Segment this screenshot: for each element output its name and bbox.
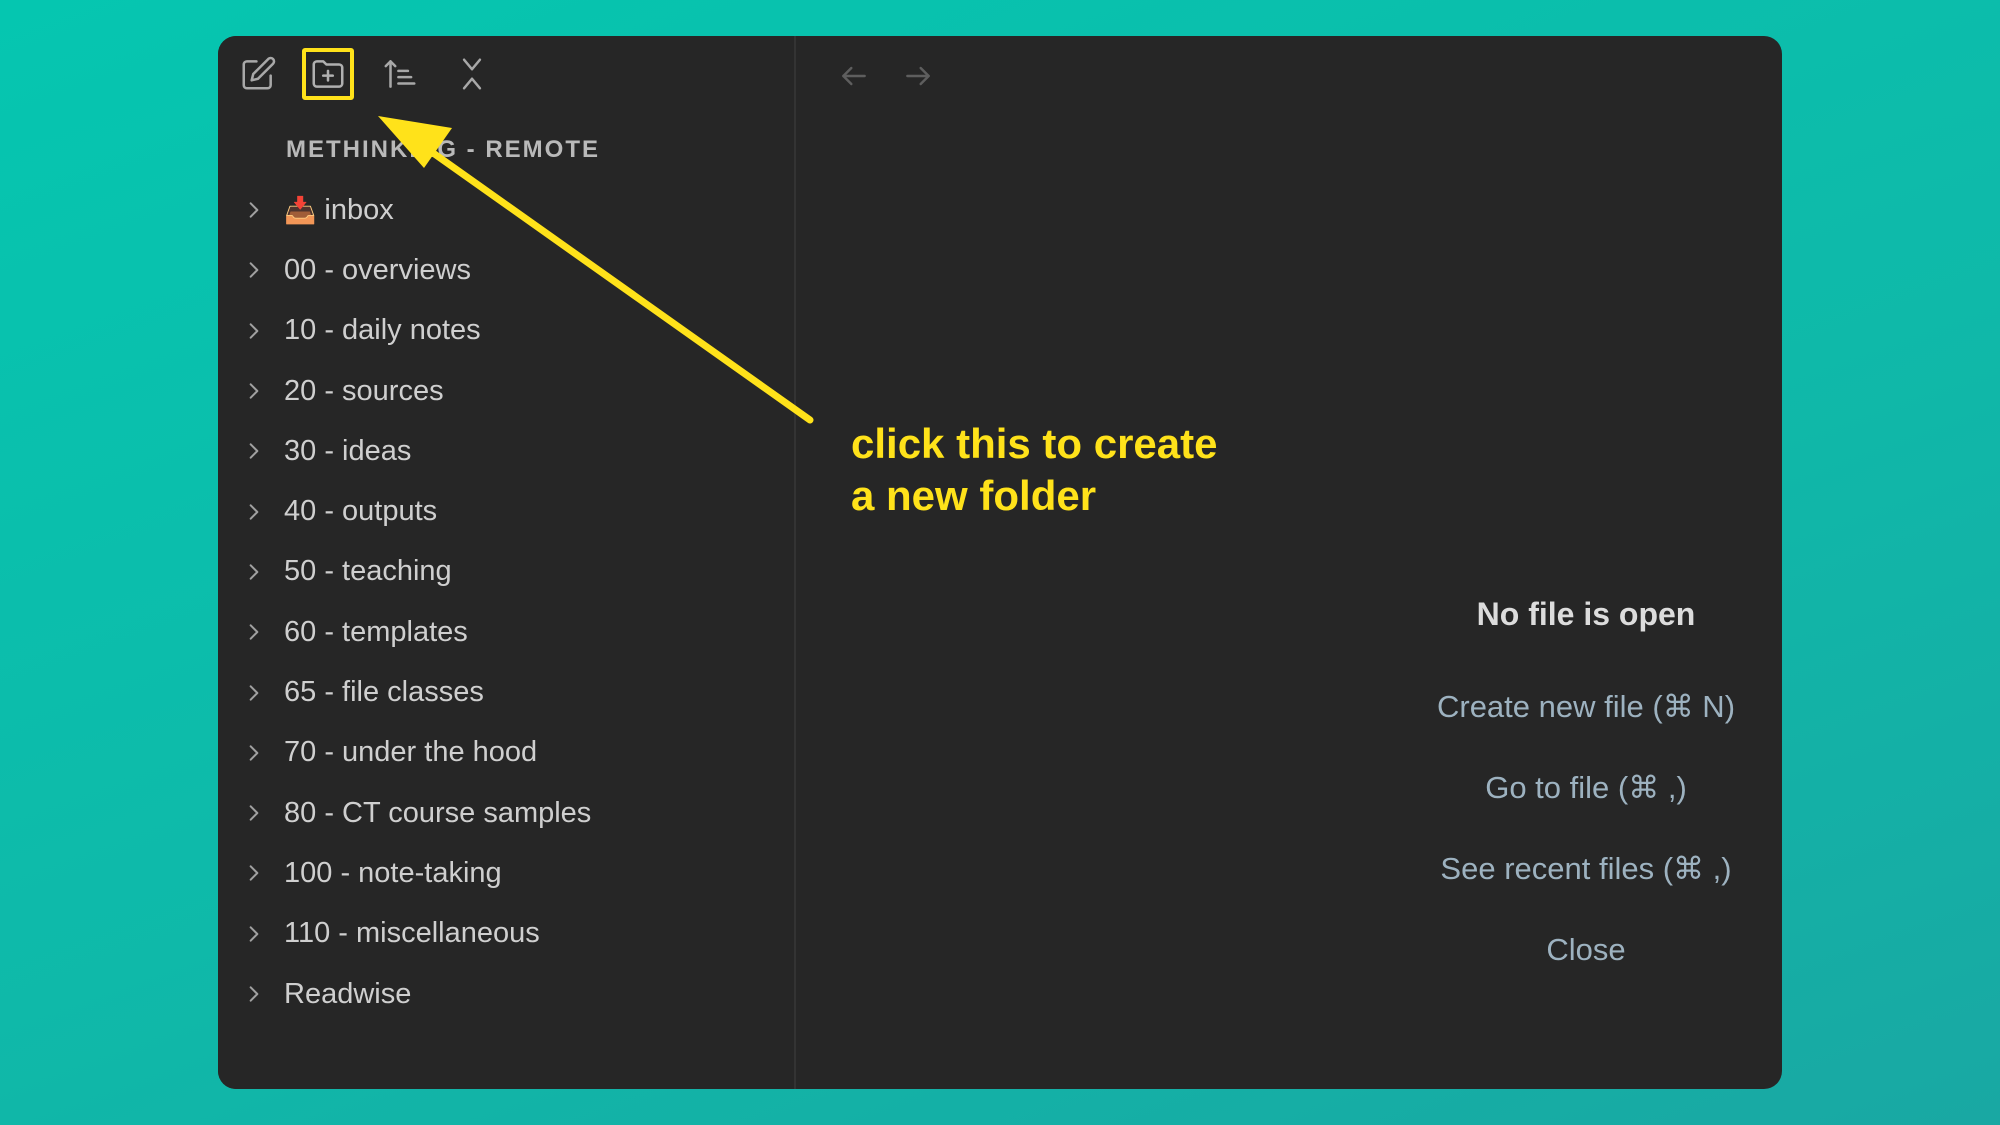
chevron-right-icon xyxy=(244,673,284,713)
new-note-button[interactable] xyxy=(232,48,284,100)
new-folder-button[interactable] xyxy=(302,48,354,100)
sort-button[interactable] xyxy=(374,48,426,100)
create-new-file-link[interactable]: Create new file (⌘ N) xyxy=(1396,685,1776,729)
forward-button[interactable] xyxy=(898,56,938,96)
chevron-right-icon xyxy=(244,793,284,833)
arrow-left-icon xyxy=(842,66,866,86)
folder-item[interactable]: 10 - daily notes xyxy=(244,301,784,361)
folder-item[interactable]: 70 - under the hood xyxy=(244,723,784,783)
chevron-right-icon xyxy=(244,311,284,351)
folder-item[interactable]: 30 - ideas xyxy=(244,421,784,481)
arrow-right-icon xyxy=(906,66,930,86)
annotation-line-2: a new folder xyxy=(851,472,1097,519)
chevron-right-icon xyxy=(244,552,284,592)
folder-tree: 📥 inbox 00 - overviews 10 - daily notes … xyxy=(244,180,784,1024)
annotation-text: click this to create a new folder xyxy=(851,418,1218,522)
chevron-right-icon xyxy=(244,853,284,893)
folder-label: 30 - ideas xyxy=(284,434,412,467)
empty-state: No file is open Create new file (⌘ N) Go… xyxy=(1396,596,1776,1009)
folder-item[interactable]: 80 - CT course samples xyxy=(244,783,784,843)
chevron-right-icon xyxy=(244,914,284,954)
sort-icon xyxy=(384,60,416,88)
folder-label: inbox xyxy=(324,193,394,226)
folder-label: 80 - CT course samples xyxy=(284,796,592,829)
annotation-line-1: click this to create xyxy=(851,420,1218,467)
chevron-right-icon xyxy=(244,250,284,290)
history-nav xyxy=(834,56,938,96)
chevron-right-icon xyxy=(244,733,284,773)
folder-label: 100 - note-taking xyxy=(284,856,502,889)
collapse-all-icon xyxy=(462,58,482,90)
empty-state-title: No file is open xyxy=(1476,596,1696,632)
folder-item[interactable]: 20 - sources xyxy=(244,361,784,421)
folder-label: 110 - miscellaneous xyxy=(284,917,540,950)
chevron-right-icon xyxy=(244,371,284,411)
edit-icon xyxy=(242,56,276,90)
folder-label: 60 - templates xyxy=(284,615,468,648)
see-recent-files-link[interactable]: See recent files (⌘ ,) xyxy=(1396,847,1776,891)
close-link[interactable]: Close xyxy=(1396,928,1776,972)
inbox-tray-icon: 📥 xyxy=(284,194,317,225)
editor-pane: No file is open Create new file (⌘ N) Go… xyxy=(796,36,1782,1089)
folder-label: 50 - teaching xyxy=(284,555,452,588)
folder-label: 20 - sources xyxy=(284,374,444,407)
chevron-right-icon xyxy=(244,974,284,1014)
folder-item[interactable]: 100 - note-taking xyxy=(244,843,784,903)
chevron-right-icon xyxy=(244,431,284,471)
folder-item[interactable]: 65 - file classes xyxy=(244,662,784,722)
go-to-file-link[interactable]: Go to file (⌘ ,) xyxy=(1396,766,1776,810)
folder-label: Readwise xyxy=(284,977,412,1010)
folder-item[interactable]: Readwise xyxy=(244,964,784,1024)
folder-label: 70 - under the hood xyxy=(284,736,538,769)
chevron-right-icon xyxy=(244,492,284,532)
folder-plus-icon xyxy=(312,60,344,88)
folder-item[interactable]: 📥 inbox xyxy=(244,180,784,240)
folder-label: 40 - outputs xyxy=(284,495,438,528)
chevron-right-icon xyxy=(244,190,284,230)
folder-label: 10 - daily notes xyxy=(284,314,481,347)
folder-item[interactable]: 00 - overviews xyxy=(244,240,784,300)
folder-label: 65 - file classes xyxy=(284,676,484,709)
vault-name: METHINKING - REMOTE xyxy=(286,136,600,163)
folder-item[interactable]: 60 - templates xyxy=(244,602,784,662)
file-explorer-sidebar: METHINKING - REMOTE 📥 inbox 00 - overvie… xyxy=(218,36,796,1089)
chevron-right-icon xyxy=(244,612,284,652)
folder-item[interactable]: 50 - teaching xyxy=(244,542,784,602)
folder-item[interactable]: 40 - outputs xyxy=(244,481,784,541)
folder-item[interactable]: 110 - miscellaneous xyxy=(244,904,784,964)
collapse-all-button[interactable] xyxy=(446,48,498,100)
folder-label: 00 - overviews xyxy=(284,253,471,286)
back-button[interactable] xyxy=(834,56,874,96)
app-window: METHINKING - REMOTE 📥 inbox 00 - overvie… xyxy=(218,36,1782,1089)
